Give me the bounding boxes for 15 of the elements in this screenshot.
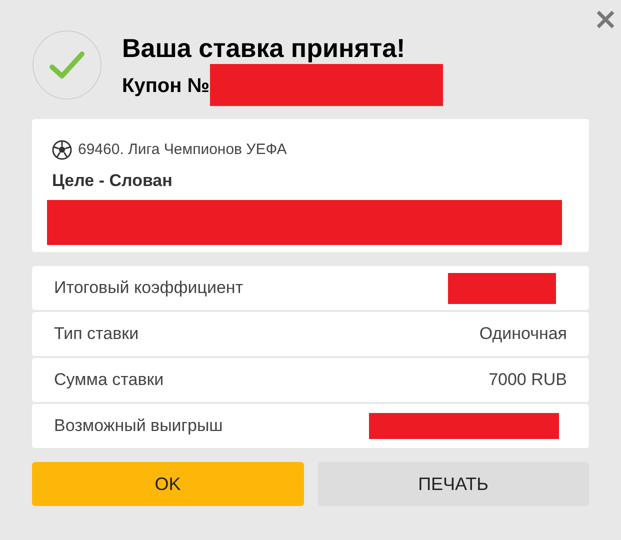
detail-label: Возможный выигрыш (54, 415, 223, 438)
detail-label: Сумма ставки (54, 369, 164, 392)
ok-button[interactable]: OK (32, 462, 304, 506)
detail-label: Итоговый коэффициент (54, 277, 244, 300)
print-button[interactable]: ПЕЧАТЬ (318, 462, 589, 506)
close-icon[interactable] (596, 10, 615, 29)
checkmark-icon (32, 30, 102, 100)
detail-label: Тип ставки (54, 323, 139, 346)
league-text: 69460. Лига Чемпионов УЕФА (78, 140, 287, 160)
detail-value: 7000 RUB (488, 369, 567, 392)
coupon-label: Купон № (122, 74, 210, 98)
soccer-ball-icon (52, 140, 72, 160)
title: Ваша ставка принята! (122, 32, 406, 64)
match-name: Целе - Слован (52, 170, 174, 192)
detail-value: Одиночная (479, 323, 567, 346)
